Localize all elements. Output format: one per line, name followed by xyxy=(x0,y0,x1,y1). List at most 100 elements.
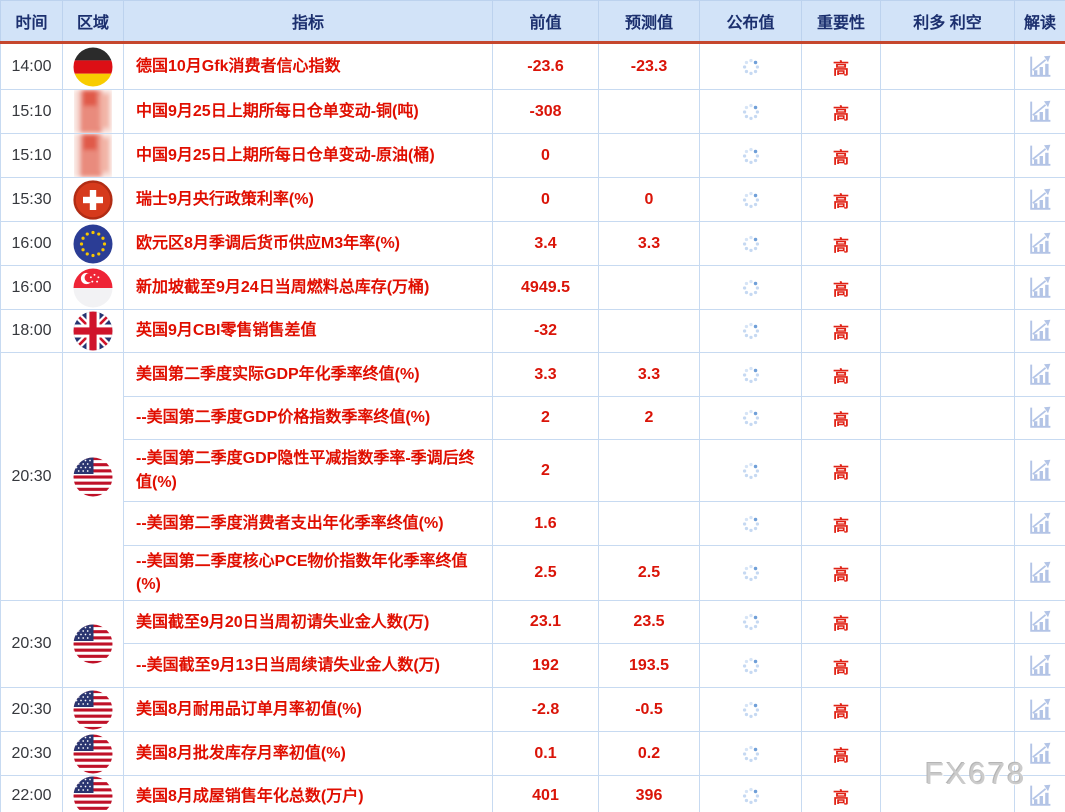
interpret-cell[interactable] xyxy=(1015,90,1065,134)
bull-bear-cell xyxy=(881,397,1015,440)
chart-icon[interactable] xyxy=(1023,140,1057,172)
time-cell: 15:10 xyxy=(1,90,63,134)
chart-icon[interactable] xyxy=(1023,315,1057,347)
forecast-value xyxy=(599,502,700,546)
chart-icon[interactable] xyxy=(1023,780,1057,812)
forecast-value: 193.5 xyxy=(599,644,700,688)
published-cell xyxy=(700,502,802,546)
us-flag-icon xyxy=(73,624,113,664)
table-row: --美国截至9月13日当周续请失业金人数(万) 192 193.5 高 xyxy=(1,644,1065,688)
interpret-cell[interactable] xyxy=(1015,353,1065,397)
region-cell xyxy=(63,732,124,776)
importance-badge: 高 xyxy=(802,90,881,134)
region-cell xyxy=(63,43,124,90)
previous-value: 23.1 xyxy=(493,601,599,644)
forecast-value xyxy=(599,310,700,353)
time-cell: 14:00 xyxy=(1,43,63,90)
published-cell xyxy=(700,776,802,812)
chart-icon[interactable] xyxy=(1023,738,1057,770)
chart-icon[interactable] xyxy=(1023,359,1057,391)
table-row: 20:30 美国8月批发库存月率初值(%) 0.1 0.2 高 xyxy=(1,732,1065,776)
bull-bear-cell xyxy=(881,440,1015,502)
interpret-cell[interactable] xyxy=(1015,776,1065,812)
chart-icon[interactable] xyxy=(1023,272,1057,304)
importance-badge: 高 xyxy=(802,732,881,776)
region-cell xyxy=(63,134,124,178)
chart-icon[interactable] xyxy=(1023,455,1057,487)
indicator-label: 中国9月25日上期所每日仓单变动-铜(吨) xyxy=(124,90,493,134)
singapore-flag-icon xyxy=(73,268,113,308)
interpret-cell[interactable] xyxy=(1015,546,1065,601)
time-cell: 20:30 xyxy=(1,688,63,732)
indicator-label: --美国第二季度GDP隐性平减指数季率-季调后终值(%) xyxy=(124,440,493,502)
interpret-cell[interactable] xyxy=(1015,732,1065,776)
published-cell xyxy=(700,644,802,688)
importance-badge: 高 xyxy=(802,310,881,353)
previous-value: 401 xyxy=(493,776,599,812)
interpret-cell[interactable] xyxy=(1015,601,1065,644)
interpret-cell[interactable] xyxy=(1015,222,1065,266)
interpret-cell[interactable] xyxy=(1015,178,1065,222)
chart-icon[interactable] xyxy=(1023,650,1057,682)
chart-icon[interactable] xyxy=(1023,228,1057,260)
forecast-value: 3.3 xyxy=(599,222,700,266)
previous-value: 2 xyxy=(493,397,599,440)
bull-bear-cell xyxy=(881,688,1015,732)
chart-icon[interactable] xyxy=(1023,402,1057,434)
published-cell xyxy=(700,134,802,178)
published-cell xyxy=(700,43,802,90)
col-header-importance: 重要性 xyxy=(802,1,881,43)
published-cell xyxy=(700,90,802,134)
col-header-indicator: 指标 xyxy=(124,1,493,43)
chart-icon[interactable] xyxy=(1023,557,1057,589)
interpret-cell[interactable] xyxy=(1015,310,1065,353)
published-cell xyxy=(700,440,802,502)
indicator-label: 新加坡截至9月24日当周燃料总库存(万桶) xyxy=(124,266,493,310)
chart-icon[interactable] xyxy=(1023,606,1057,638)
germany-flag-icon xyxy=(73,47,113,87)
indicator-label: --美国截至9月13日当周续请失业金人数(万) xyxy=(124,644,493,688)
us-flag-icon xyxy=(73,457,113,497)
interpret-cell[interactable] xyxy=(1015,440,1065,502)
col-header-region: 区域 xyxy=(63,1,124,43)
forecast-value: 2 xyxy=(599,397,700,440)
bull-bear-cell xyxy=(881,353,1015,397)
chart-icon[interactable] xyxy=(1023,96,1057,128)
interpret-cell[interactable] xyxy=(1015,502,1065,546)
previous-value: 1.6 xyxy=(493,502,599,546)
previous-value: -308 xyxy=(493,90,599,134)
previous-value: 2.5 xyxy=(493,546,599,601)
loading-spinner-icon xyxy=(740,513,762,535)
interpret-cell[interactable] xyxy=(1015,43,1065,90)
importance-badge: 高 xyxy=(802,43,881,90)
chart-icon[interactable] xyxy=(1023,508,1057,540)
chart-icon[interactable] xyxy=(1023,694,1057,726)
forecast-value: 2.5 xyxy=(599,546,700,601)
loading-spinner-icon xyxy=(740,743,762,765)
interpret-cell[interactable] xyxy=(1015,266,1065,310)
time-cell: 18:00 xyxy=(1,310,63,353)
interpret-cell[interactable] xyxy=(1015,134,1065,178)
forecast-value: 396 xyxy=(599,776,700,812)
table-row: 18:00 英国9月CBI零售销售差值 -32 高 xyxy=(1,310,1065,353)
bull-bear-cell xyxy=(881,266,1015,310)
time-cell: 15:30 xyxy=(1,178,63,222)
indicator-label: --美国第二季度核心PCE物价指数年化季率终值(%) xyxy=(124,546,493,601)
loading-spinner-icon xyxy=(740,56,762,78)
bull-bear-cell xyxy=(881,644,1015,688)
interpret-cell[interactable] xyxy=(1015,644,1065,688)
loading-spinner-icon xyxy=(740,562,762,584)
chart-icon[interactable] xyxy=(1023,184,1057,216)
previous-value: -2.8 xyxy=(493,688,599,732)
previous-value: 2 xyxy=(493,440,599,502)
table-row: 15:10 中国9月25日上期所每日仓单变动-铜(吨) -308 高 xyxy=(1,90,1065,134)
interpret-cell[interactable] xyxy=(1015,688,1065,732)
previous-value: 192 xyxy=(493,644,599,688)
table-row: 16:00 欧元区8月季调后货币供应M3年率(%) 3.4 3.3 高 xyxy=(1,222,1065,266)
importance-badge: 高 xyxy=(802,776,881,812)
chart-icon[interactable] xyxy=(1023,51,1057,83)
indicator-label: 美国8月耐用品订单月率初值(%) xyxy=(124,688,493,732)
interpret-cell[interactable] xyxy=(1015,397,1065,440)
us-flag-icon xyxy=(73,734,113,774)
time-cell: 20:30 xyxy=(1,353,63,601)
